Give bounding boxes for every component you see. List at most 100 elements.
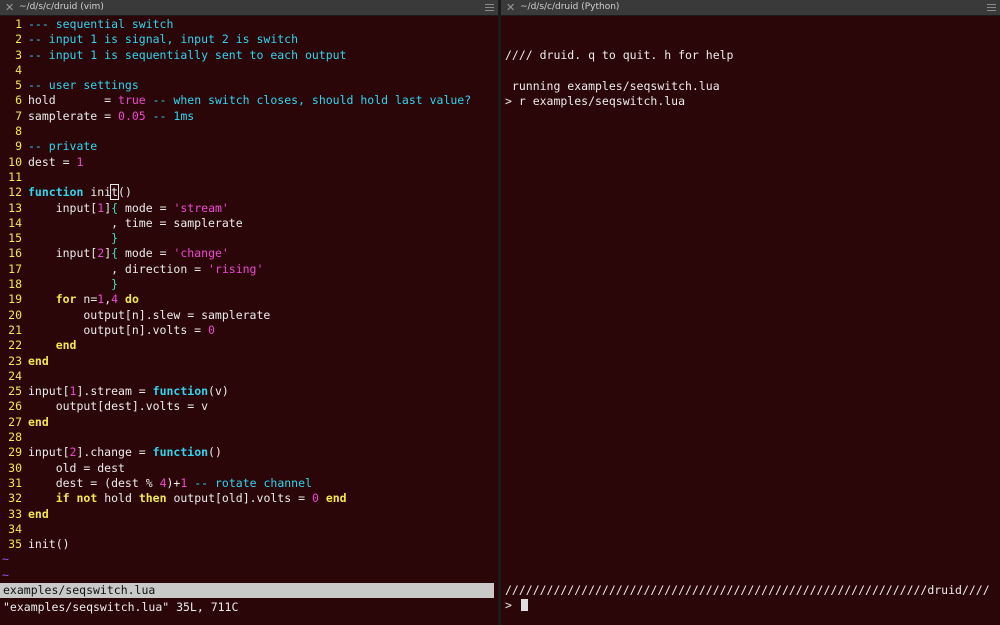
command-prompt[interactable]: > [505,598,528,613]
line-text: init() [28,537,70,552]
hamburger-menu-icon[interactable] [987,4,996,11]
code-line[interactable]: 5 -- user settings [0,78,498,93]
code-line[interactable]: 25 input[1].stream = function(v) [0,384,498,399]
code-line[interactable]: 7 samplerate = 0.05 -- 1ms [0,109,498,124]
line-text: dest = 1 [28,154,84,169]
line-text: end [28,353,49,368]
line-number: 13 [8,200,22,215]
line-text: hold = true -- when switch closes, shoul… [28,93,472,108]
line-number: 27 [8,414,22,429]
code-line[interactable]: 26 output[dest].volts = v [0,399,498,414]
code-line[interactable]: 15 } [0,231,498,246]
line-text: } [111,277,119,292]
code-line[interactable]: 6 hold = true -- when switch closes, shou… [0,93,498,108]
running-message: running examples/seqswitch.lua [505,79,720,93]
code-editor[interactable]: 1 --- sequential switch 2 -- input 1 is sig… [0,17,498,583]
line-text: dest = (dest % 4)+1 -- rotate channel [28,475,312,490]
empty-buffer-line: ~ [2,552,9,567]
line-number: 33 [8,506,22,521]
line-text: } [111,231,119,246]
line-text: input[1].stream = function(v) [28,384,229,399]
vim-message-line: "examples/seqswitch.lua" 35L, 711C [3,600,239,614]
code-line[interactable]: 28 [0,430,498,445]
line-number: 18 [8,277,22,292]
line-number: 1 [15,17,22,31]
code-line[interactable]: 13 input[1]{ mode = 'stream' [0,201,498,216]
code-line[interactable]: 24 [0,369,498,384]
line-number: 34 [8,521,22,536]
code-line[interactable]: 30 old = dest [0,461,498,476]
line-number: 2 [15,32,22,47]
close-icon[interactable]: ✕ [5,0,14,15]
line-number: 20 [8,307,22,322]
code-line[interactable]: 29 input[2].change = function() [0,445,498,460]
code-line[interactable]: 20 output[n].slew = samplerate [0,308,498,323]
line-number: 16 [8,246,22,261]
line-number: 7 [15,108,22,123]
line-text: output[dest].volts = v [28,399,209,414]
code-line[interactable]: 17 , direction = 'rising' [0,262,498,277]
line-number: 5 [15,78,22,93]
line-number: 30 [8,460,22,475]
line-text: -- user settings [28,78,139,93]
line-text: -- input 1 is sequentially sent to each … [28,47,347,62]
line-number: 23 [8,353,22,368]
code-line[interactable]: 21 output[n].volts = 0 [0,323,498,338]
prompt-symbol: > [505,598,519,612]
code-line[interactable]: 31 dest = (dest % 4)+1 -- rotate channel [0,476,498,491]
code-line[interactable]: 3 -- input 1 is sequentially sent to each… [0,48,498,63]
code-line[interactable]: 19 for n=1,4 do [0,292,498,307]
hamburger-menu-icon[interactable] [485,4,494,11]
line-number: 29 [8,445,22,460]
code-line[interactable]: 8 [0,124,498,139]
line-number: 35 [8,537,22,552]
line-number: 3 [15,47,22,62]
code-line[interactable]: 33 end [0,507,498,522]
code-line[interactable]: 14 , time = samplerate [0,216,498,231]
line-text: for n=1,4 do [55,292,139,307]
code-line[interactable]: 22 end [0,338,498,353]
code-line[interactable]: 9 -- private [0,139,498,154]
druid-divider-line: ////////////////////////////////////////… [505,583,990,597]
code-line[interactable]: 16 input[2]{ mode = 'change' [0,246,498,261]
code-line[interactable]: 11 [0,170,498,185]
line-number: 21 [8,322,22,337]
code-line[interactable]: 1 --- sequential switch [0,17,498,32]
command-history: > r examples/seqswitch.lua [505,94,686,108]
vim-pane[interactable]: ✕ ~/d/s/c/druid (vim) 1 --- sequential sw… [0,0,498,625]
code-line[interactable]: 27 end [0,415,498,430]
line-text: --- sequential switch [28,17,174,31]
close-icon[interactable]: ✕ [506,0,515,15]
terminal-pane-title: ~/d/s/c/druid (Python) [520,2,620,12]
code-line[interactable]: 2 -- input 1 is signal, input 2 is switch [0,32,498,47]
code-line[interactable]: 18 } [0,277,498,292]
line-number: 31 [8,475,22,490]
line-text: output[n].slew = samplerate [28,307,271,322]
code-line[interactable]: 35 init() [0,537,498,552]
line-text: function init() [28,184,132,201]
line-text: samplerate = 0.05 -- 1ms [28,108,195,123]
line-number: 26 [8,399,22,414]
code-line[interactable]: 12 function init() [0,184,498,201]
line-text: if not hold then output[old].volts = 0 e… [55,491,347,506]
code-line[interactable]: 34 [0,522,498,537]
line-number: 14 [8,215,22,230]
line-number: 8 [15,124,22,139]
line-text: output[n].volts = 0 [28,322,215,337]
code-line[interactable]: 4 [0,63,498,78]
line-number: 6 [15,93,22,108]
code-line[interactable]: 23 end [0,354,498,369]
druid-terminal-pane[interactable]: ✕ ~/d/s/c/druid (Python) //// druid. q t… [501,0,1000,625]
line-text: input[2]{ mode = 'change' [28,246,229,261]
code-line[interactable]: 10 dest = 1 [0,155,498,170]
line-text: end [28,506,49,521]
code-line[interactable]: 32 if not hold then output[old].volts = … [0,491,498,506]
line-number: 9 [15,139,22,154]
line-number: 17 [8,261,22,276]
line-number: 4 [15,62,22,77]
line-number: 22 [8,338,22,353]
line-number: 28 [8,430,22,445]
line-number: 11 [8,169,22,184]
line-number: 15 [8,231,22,246]
line-number: 25 [8,384,22,399]
